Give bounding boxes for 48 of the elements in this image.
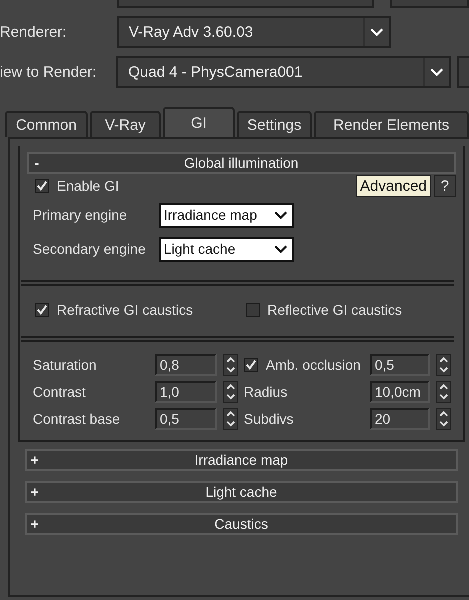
input-field[interactable]: 20 [370,408,430,430]
rollout-header[interactable]: + Caustics [25,513,458,535]
dropdown[interactable]: Quad 4 - PhysCamera001 [116,56,452,88]
param-label: Saturation [33,357,98,373]
spinner-button[interactable] [223,408,238,430]
param-label: Subdivs [244,411,295,427]
tab[interactable]: V-Ray [90,111,161,137]
tab[interactable]: Render Elements [314,111,469,137]
input-field[interactable]: 1,0 [155,381,217,403]
dropdown[interactable]: Light cache [159,236,294,262]
spinner-button[interactable] [223,354,238,376]
dropdown[interactable]: Irradiance map [159,202,294,228]
input-field[interactable]: 0,5 [370,354,430,376]
checkbox-label: Reflective GI caustics [268,302,402,318]
spinner-button[interactable] [223,381,238,403]
checkbox-label: Enable GI [57,178,120,194]
dropdown[interactable]: V-Ray Adv 3.60.03 [117,16,391,48]
checkbox-label: Amb. occlusion [266,357,361,373]
help-button[interactable]: ? [434,175,456,197]
tab[interactable]: Settings [237,111,312,137]
advanced-button[interactable]: Advanced [356,175,431,197]
param-label: Contrast [33,384,87,400]
input-field[interactable]: 0,8 [155,354,217,376]
field-label: iew to Render: [0,64,98,80]
chevron-down-icon [274,244,288,254]
spinner-button[interactable] [436,381,451,403]
input-field[interactable]: 0,5 [155,408,217,430]
rollout-header[interactable]: + Irradiance map [25,449,458,471]
chevron-down-icon [370,28,384,36]
chevron-down-icon [430,68,444,76]
field-label: Secondary engine [33,241,147,257]
checkbox[interactable] [35,303,49,317]
spinner-button[interactable] [436,408,451,430]
field-label: Renderer: [0,24,68,40]
rollout-header[interactable]: + Light cache [25,481,458,503]
spinner-button[interactable] [436,354,451,376]
tab[interactable]: GI [163,107,235,137]
chevron-down-icon [274,210,288,220]
checkbox[interactable] [246,303,260,317]
checkbox[interactable] [244,358,258,372]
checkbox[interactable] [35,179,49,193]
input-field[interactable]: 10,0cm [370,381,430,403]
param-label: Radius [244,384,289,400]
rollout-header[interactable]: - Global illumination [27,152,456,174]
param-label: Contrast base [33,411,122,427]
field-label: Primary engine [33,207,128,223]
tab[interactable]: Common [5,111,88,137]
checkbox-label: Refractive GI caustics [57,302,194,318]
